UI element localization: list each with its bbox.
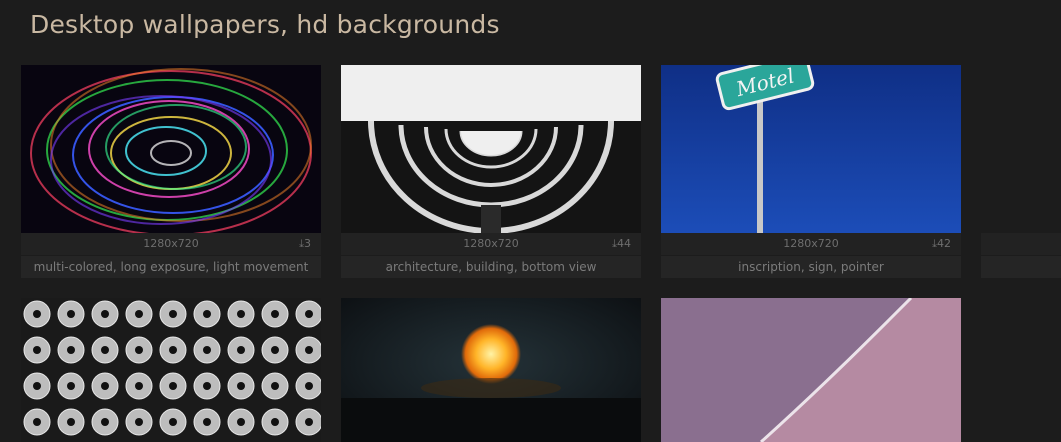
wallpaper-tags[interactable]: inscription, sign, pointer xyxy=(661,256,961,278)
wallpaper-thumbnail-motel-sign[interactable]: Motel xyxy=(661,65,961,233)
wallpaper-card[interactable] xyxy=(981,298,1061,442)
download-count: ⤓42 xyxy=(932,237,951,250)
wallpaper-card[interactable] xyxy=(341,298,641,442)
wallpaper-card[interactable]: Motel 1280x720 ⤓42 inscription, sign, po… xyxy=(661,65,961,278)
wallpaper-meta: 1280x720 ⤓3 xyxy=(21,233,321,255)
wallpaper-card[interactable] xyxy=(661,298,961,442)
resolution-label: 1280x720 xyxy=(143,237,199,250)
wallpaper-thumbnail-dune[interactable] xyxy=(661,298,961,442)
wallpaper-tags[interactable]: multi-colored, long exposure, light move… xyxy=(21,256,321,278)
resolution-label: 1280x720 xyxy=(463,237,519,250)
wallpaper-card[interactable] xyxy=(981,65,1061,278)
download-count: ⤓44 xyxy=(612,237,631,250)
wallpaper-thumbnail-bridge[interactable] xyxy=(981,298,1061,442)
wallpaper-thumbnail-architecture[interactable] xyxy=(341,65,641,233)
page-title: Desktop wallpapers, hd backgrounds xyxy=(30,10,500,39)
wallpaper-card[interactable]: 1280x720 ⤓3 multi-colored, long exposure… xyxy=(21,65,321,278)
wallpaper-meta: 1280x720 ⤓44 xyxy=(341,233,641,255)
wallpaper-thumbnail-glowing-sphere[interactable] xyxy=(341,298,641,442)
wallpaper-tags[interactable] xyxy=(981,256,1061,278)
wallpaper-card[interactable]: 1280x720 ⤓44 architecture, building, bot… xyxy=(341,65,641,278)
resolution-label: 1280x720 xyxy=(783,237,839,250)
wallpaper-meta xyxy=(981,233,1061,255)
wallpaper-thumbnail-landscape[interactable] xyxy=(981,65,1061,233)
wallpaper-tags[interactable]: architecture, building, bottom view xyxy=(341,256,641,278)
download-count: ⤓3 xyxy=(299,237,311,250)
wallpaper-card[interactable] xyxy=(21,298,321,442)
wallpaper-thumbnail-light-movement[interactable] xyxy=(21,65,321,233)
wallpaper-thumbnail-discs[interactable] xyxy=(21,298,321,442)
wallpaper-meta: 1280x720 ⤓42 xyxy=(661,233,961,255)
